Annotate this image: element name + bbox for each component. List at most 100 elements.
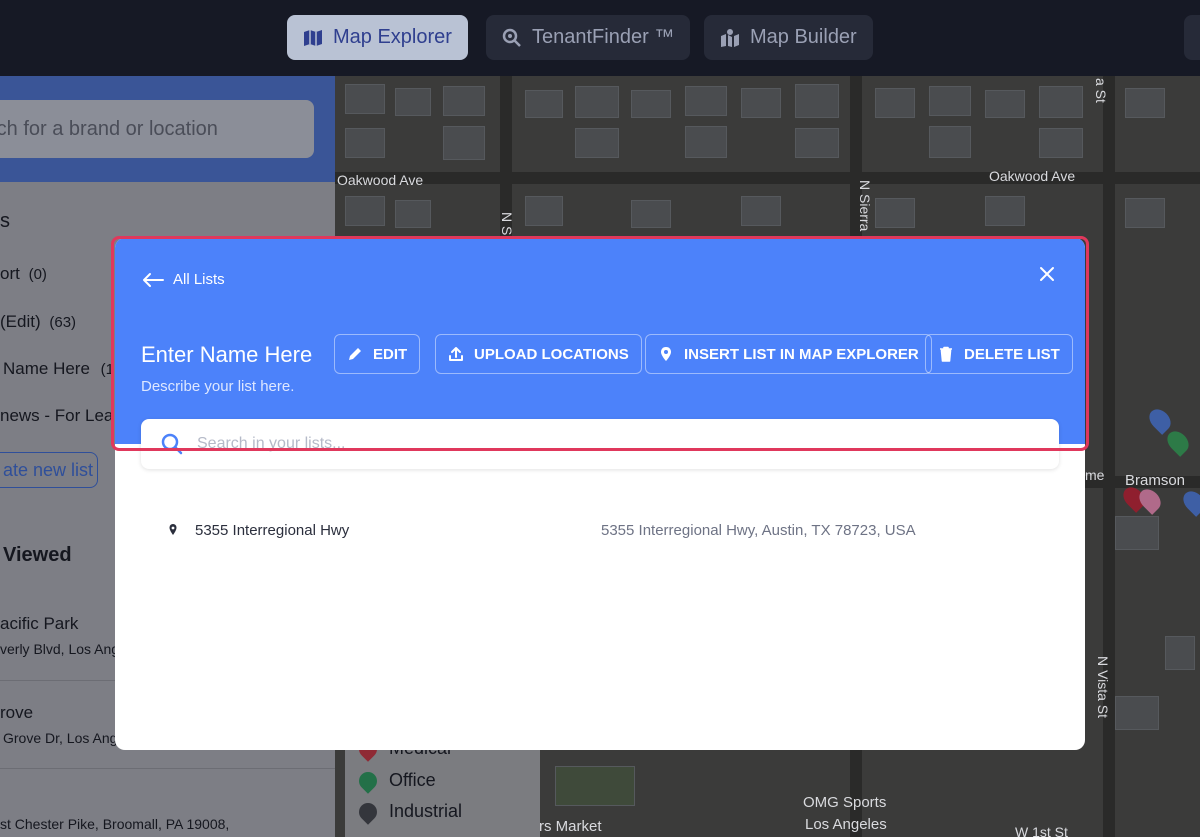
pencil-icon [349,348,361,360]
map-building [345,128,385,158]
list-item[interactable]: 5355 Interregional Hwy 5355 Interregiona… [165,516,1025,544]
tab-label: TenantFinder ™ [532,26,675,48]
tab-label: Map Builder [750,26,857,48]
map-building [1039,86,1083,118]
map-building [395,200,431,228]
sidebar-list-item[interactable]: (Edit) (63) [0,312,76,332]
map-building [345,84,385,114]
list-item-count: (63) [49,314,77,331]
edit-button[interactable]: EDIT [334,334,421,374]
location-pin-icon [169,524,177,535]
sidebar-list-item[interactable]: ort (0) [0,264,47,284]
map-building [631,200,671,228]
map-building [1115,696,1159,730]
recently-viewed-heading: Viewed [3,544,72,566]
edit-label: EDIT [373,345,408,363]
create-list-label: ate new list [3,459,94,480]
nav-overflow-button[interactable] [1184,15,1200,60]
upload-icon [449,347,463,361]
map-building [795,128,839,158]
place-label: rs Market [539,818,602,835]
list-item-count: (1 [100,361,114,378]
legend-item-office[interactable]: Office [355,767,436,794]
map-park [555,766,635,806]
map-building [575,128,619,158]
trash-icon [940,346,952,362]
map-marker-icon[interactable] [1145,405,1175,435]
map-marker-icon[interactable] [1179,487,1200,517]
create-list-button[interactable]: ate new list [0,452,98,488]
arrow-left-icon [143,272,164,287]
street-label: me [1085,467,1105,483]
place-label: OMG Sports [803,794,887,811]
list-item-label: news - For Lea [0,406,114,425]
map-building [1125,88,1165,118]
sidebar-list-item[interactable]: Name Here (1 [3,359,114,379]
close-icon [1040,267,1054,281]
list-search-input[interactable] [197,435,997,453]
map-building [525,90,563,118]
recent-item-address: st Chester Pike, Broomall, PA 19008, [0,816,230,832]
map-icon [304,29,322,46]
map-marker-icon[interactable] [1163,427,1193,457]
sidebar-list-item[interactable]: news - For Lea [0,406,113,426]
map-building [631,90,671,118]
list-item-label: ort [0,264,20,283]
legend-item-industrial[interactable]: Industrial [355,798,463,825]
delete-list-button[interactable]: DELETE LIST [925,334,1073,374]
street-label: N Vista St [1095,656,1111,718]
list-item-label: (Edit) [0,312,41,331]
modal-header: All Lists Enter Name Here Describe your … [115,238,1085,444]
recent-item-name[interactable]: acific Park [0,614,78,634]
place-label: Los Angeles [805,816,887,833]
list-description: Describe your list here. [141,378,295,395]
divider [0,768,335,769]
legend-label: Office [389,770,436,790]
list-item-label: Name Here [3,359,90,378]
map-building [929,126,971,158]
top-navigation: Map Explorer TenantFinder ™ Map Builder [0,0,1200,76]
tab-label: Map Explorer [333,26,452,48]
back-to-all-lists-link[interactable]: All Lists [141,271,225,288]
marker-icon [355,767,381,794]
recent-item-name[interactable]: rove [0,703,33,723]
map-legend: Medical Office Industrial [345,736,540,837]
location-pin-icon [661,347,671,361]
marker-icon [355,798,381,825]
map-building [685,126,727,158]
upload-locations-button[interactable]: UPLOAD LOCATIONS [435,334,642,374]
map-building [685,86,727,116]
list-search-field[interactable] [141,419,1059,469]
street-label: Oakwood Ave [337,172,424,188]
tab-tenantfinder[interactable]: TenantFinder ™ [486,15,691,60]
list-item-address: 5355 Interregional Hwy, Austin, TX 78723… [601,521,916,539]
search-icon [161,433,183,455]
map-building [525,196,563,226]
list-item-count: (0) [28,266,47,283]
street-label: W 1st St [1015,824,1068,837]
tab-map-explorer[interactable]: Map Explorer [287,15,468,60]
sidebar-search-input[interactable]: rch for a brand or location [0,100,314,158]
map-marker-icon[interactable] [1135,485,1165,515]
street-label: a St [1093,78,1109,103]
map-building [929,86,971,116]
sidebar-search-placeholder: rch for a brand or location [0,117,218,140]
map-building [741,196,781,226]
upload-label: UPLOAD LOCATIONS [474,345,629,363]
map-building [1115,516,1159,550]
legend-label: Industrial [389,801,463,821]
map-pin-icon [721,28,739,47]
map-building [741,88,781,118]
tab-map-builder[interactable]: Map Builder [704,15,873,60]
map-building [395,88,431,116]
insert-list-in-map-explorer-button[interactable]: INSERT LIST IN MAP EXPLORER [645,334,932,374]
close-button[interactable] [1035,262,1059,286]
map-building [1039,128,1083,158]
street-label: Oakwood Ave [989,168,1076,184]
map-building [985,196,1025,226]
street-label: Bramson [1125,472,1186,489]
list-detail-modal: All Lists Enter Name Here Describe your … [115,238,1085,750]
sidebar-search-band: rch for a brand or location [0,76,335,182]
map-building [875,88,915,118]
map-road [1103,76,1115,837]
